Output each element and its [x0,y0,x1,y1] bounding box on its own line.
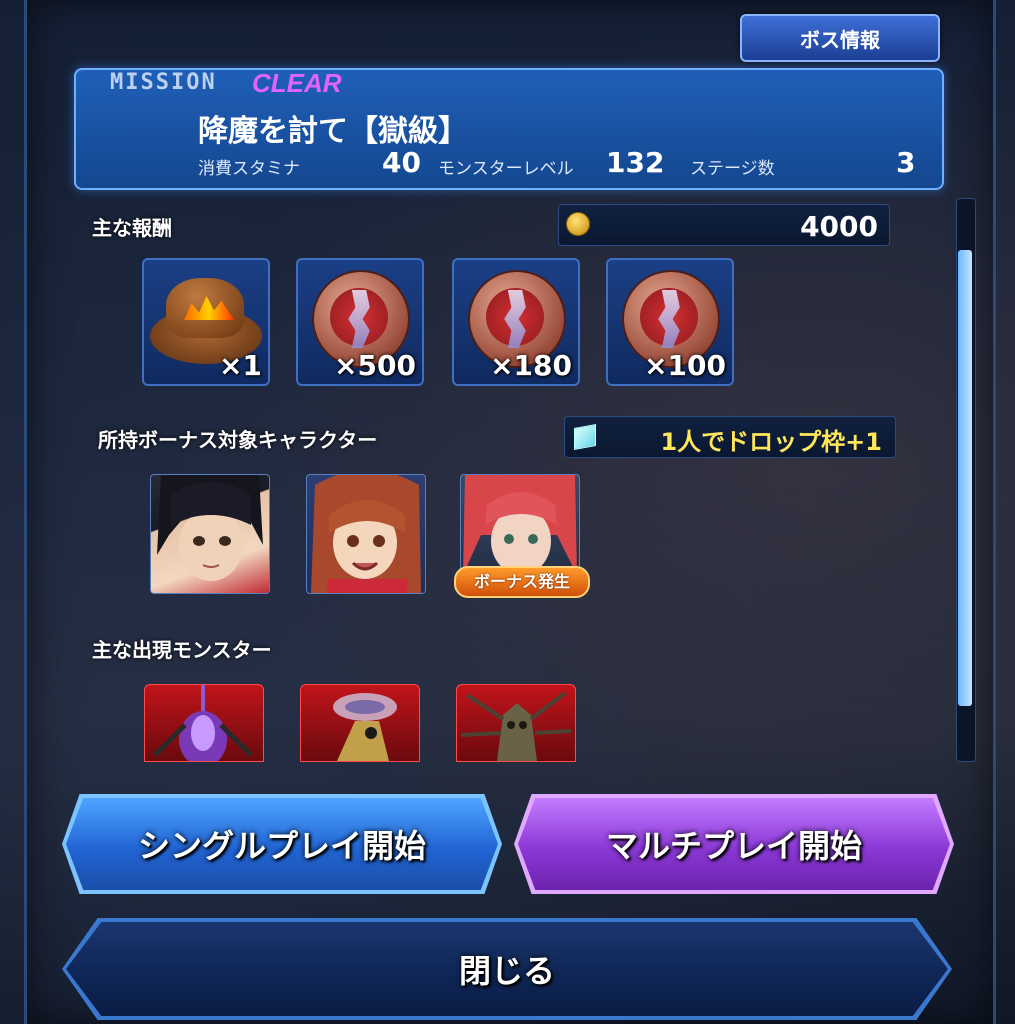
monster-level-label: モンスターレベル [438,159,574,179]
monster-level-value: 132 [606,146,665,179]
character-face-icon [311,475,421,593]
character-portrait-1[interactable] [150,474,270,594]
monster-icon [153,685,253,761]
clear-status: CLEAR [252,68,342,98]
character-face-icon [157,475,263,581]
bonus-effect-text: 1人でドロップ枠+1 [660,428,882,456]
monster-icon [333,693,397,761]
reward-item-medal[interactable]: ×180 [452,258,580,386]
reward-item-hat[interactable]: ×1 [142,258,270,386]
monster-icon [460,691,572,761]
scrollbar-thumb[interactable] [958,250,972,706]
boss-info-button[interactable]: ボス情報 [740,14,940,62]
reward-quantity: ×1 [219,349,262,382]
stage-count-value: 3 [896,146,916,179]
monster-2[interactable] [300,684,420,762]
mission-title: 降魔を討て【獄級】 [198,114,468,149]
monster-1[interactable] [144,684,264,762]
coin-icon [566,212,590,236]
reward-quantity: ×180 [490,349,572,382]
drop-cube-icon [574,424,596,450]
character-portrait-2[interactable] [306,474,426,594]
bonus-characters-header: 所持ボーナス対象キャラクター [98,428,378,452]
multi-play-button[interactable]: マルチプレイ開始 [518,798,950,890]
close-button[interactable]: 閉じる [66,922,948,1016]
bonus-active-badge: ボーナス発生 [454,566,590,598]
reward-item-medal[interactable]: ×100 [606,258,734,386]
stamina-value: 40 [382,146,421,179]
reward-quantity: ×500 [334,349,416,382]
stamina-label: 消費スタミナ [198,159,300,179]
mission-tag: MISSION [110,70,217,95]
coin-value: 4000 [800,210,878,243]
monsters-header: 主な出現モンスター [92,638,272,662]
reward-quantity: ×100 [644,349,726,382]
monster-3[interactable] [456,684,576,762]
reward-item-medal[interactable]: ×500 [296,258,424,386]
single-play-button[interactable]: シングルプレイ開始 [66,798,498,890]
stage-count-label: ステージ数 [690,159,775,179]
rewards-header: 主な報酬 [92,216,172,240]
